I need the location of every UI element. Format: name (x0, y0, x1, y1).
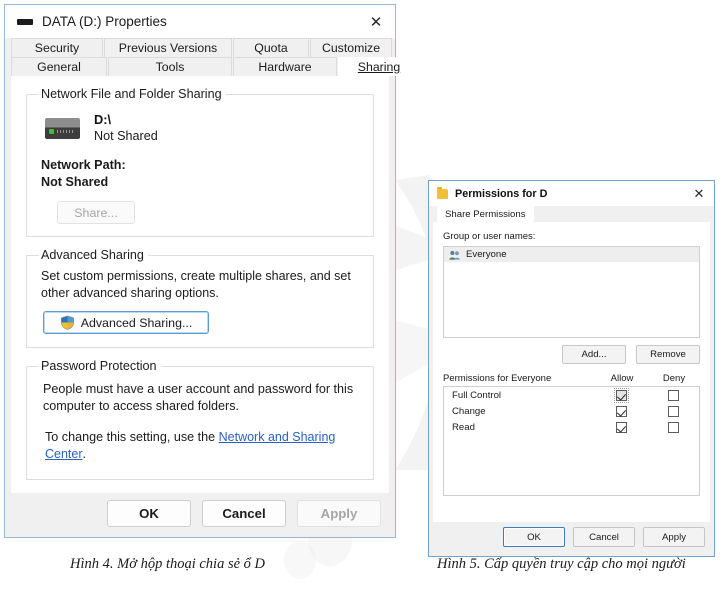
apply-button[interactable]: Apply (643, 527, 705, 547)
table-row: Full Control (444, 387, 699, 403)
permissions-footer: OK Cancel Apply (429, 518, 714, 556)
advanced-sharing-button-label: Advanced Sharing... (80, 315, 193, 330)
permissions-dialog: Permissions for D ✕ Share Permissions Gr… (428, 180, 715, 557)
deny-cell[interactable] (647, 405, 699, 417)
permission-name: Full Control (452, 389, 502, 401)
advanced-sharing-legend: Advanced Sharing (41, 248, 144, 262)
properties-footer: OK Cancel Apply (5, 489, 395, 537)
remove-button[interactable]: Remove (636, 345, 700, 364)
allow-cell[interactable] (595, 421, 647, 433)
password-protection-line-2: computer to access shared folders. (43, 399, 239, 413)
tab-hardware[interactable]: Hardware (233, 57, 337, 76)
figure-5-caption: Hình 5. Cấp quyền truy cập cho mọi người (437, 556, 686, 572)
apply-button[interactable]: Apply (297, 499, 381, 527)
tab-previous-versions[interactable]: Previous Versions (104, 38, 232, 57)
network-path-value: Not Shared (41, 175, 109, 189)
password-protection-line-1: People must have a user account and pass… (43, 382, 354, 396)
table-row: Read (444, 419, 699, 435)
figure-4-caption: Hình 4. Mở hộp thoại chia sẻ ổ D (70, 556, 266, 572)
allow-checkbox[interactable] (613, 387, 629, 403)
properties-tab-row-2: General Tools Hardware Sharing (11, 57, 420, 76)
folder-icon (437, 186, 448, 199)
table-row: Change (444, 403, 699, 419)
password-protection-group: Password Protection People must have a u… (26, 359, 374, 480)
tab-security[interactable]: Security (11, 38, 103, 57)
network-sharing-legend: Network File and Folder Sharing (41, 87, 222, 101)
group-actions: Add... Remove (443, 345, 700, 364)
hard-drive-icon (45, 117, 80, 139)
uac-shield-icon (60, 315, 74, 330)
drive-path-value: D:\ (94, 112, 112, 127)
permissions-tab-row: Share Permissions (437, 206, 714, 222)
close-icon[interactable]: ✕ (357, 5, 395, 38)
change-setting-period: . (82, 447, 87, 461)
allow-cell[interactable] (595, 405, 647, 417)
deny-checkbox[interactable] (667, 421, 679, 433)
ok-button[interactable]: OK (107, 499, 191, 527)
sharing-tab-panel: Network File and Folder Sharing D:\ Not … (11, 76, 389, 493)
change-setting-text: To change this setting, use the (45, 430, 219, 444)
tab-sharing[interactable]: Sharing (338, 57, 420, 76)
hard-drive-icon (17, 18, 33, 25)
network-path-label: Network Path: (41, 158, 126, 172)
permissions-titlebar: Permissions for D ✕ (429, 181, 714, 206)
tab-general[interactable]: General (11, 57, 107, 76)
group-user-listbox[interactable]: Everyone (443, 246, 700, 338)
properties-tabstrip: Security Previous Versions Quota Customi… (5, 38, 420, 76)
deny-checkbox[interactable] (667, 405, 679, 417)
allow-column-header: Allow (610, 373, 634, 384)
permissions-table-header: Permissions for Everyone Allow Deny (443, 373, 700, 384)
advanced-sharing-button[interactable]: Advanced Sharing... (43, 311, 209, 334)
allow-checkbox[interactable] (615, 421, 627, 433)
network-sharing-group: Network File and Folder Sharing D:\ Not … (26, 87, 374, 237)
properties-titlebar: DATA (D:) Properties ✕ (5, 5, 395, 38)
tab-customize[interactable]: Customize (310, 38, 392, 57)
share-permissions-panel: Group or user names: Everyone Add... Rem… (433, 222, 710, 522)
properties-title: DATA (D:) Properties (42, 14, 167, 29)
permission-name: Change (452, 405, 486, 417)
close-icon[interactable]: ✕ (684, 181, 714, 206)
tab-share-permissions[interactable]: Share Permissions (437, 206, 534, 222)
cancel-button[interactable]: Cancel (202, 499, 286, 527)
password-protection-line-3: To change this setting, use the Network … (45, 429, 361, 463)
deny-checkbox[interactable] (667, 389, 679, 401)
cancel-button[interactable]: Cancel (573, 527, 635, 547)
group-or-user-names-label: Group or user names: (443, 231, 536, 242)
deny-cell[interactable] (647, 389, 699, 401)
allow-checkbox[interactable] (615, 405, 627, 417)
add-button[interactable]: Add... (562, 345, 626, 364)
ok-button[interactable]: OK (503, 527, 565, 547)
deny-cell[interactable] (647, 421, 699, 433)
allow-cell[interactable] (595, 387, 647, 403)
permissions-title: Permissions for D (455, 187, 548, 200)
list-item[interactable]: Everyone (444, 247, 699, 262)
drive-share-state: Not Shared (94, 129, 158, 143)
permissions-table: Full Control Change Read (443, 386, 700, 496)
tab-tools[interactable]: Tools (108, 57, 232, 76)
list-item-label: Everyone (466, 249, 507, 260)
drive-properties-dialog: DATA (D:) Properties ✕ Security Previous… (4, 4, 420, 538)
permission-name: Read (452, 421, 475, 433)
permissions-for-everyone-label: Permissions for Everyone (443, 373, 552, 384)
properties-tab-row-1: Security Previous Versions Quota Customi… (11, 38, 392, 57)
password-protection-legend: Password Protection (41, 359, 157, 373)
drive-share-row: D:\ Not Shared (45, 111, 361, 145)
tab-sharing-label: Sharing (357, 60, 401, 74)
permissions-tabstrip: Share Permissions (429, 206, 714, 222)
share-button[interactable]: Share... (57, 201, 135, 224)
people-icon (449, 250, 460, 260)
advanced-sharing-description: Set custom permissions, create multiple … (41, 269, 351, 300)
deny-column-header: Deny (662, 373, 686, 384)
advanced-sharing-group: Advanced Sharing Set custom permissions,… (26, 248, 374, 348)
tab-quota[interactable]: Quota (233, 38, 309, 57)
